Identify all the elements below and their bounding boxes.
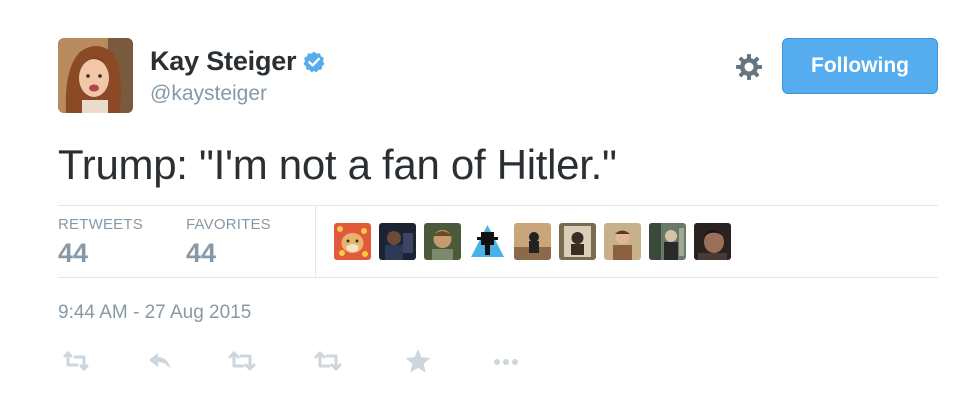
more-options-icon[interactable] xyxy=(490,345,522,377)
favorites-label: FAVORITES xyxy=(186,216,271,233)
user-name-row[interactable]: Kay Steiger xyxy=(150,46,326,77)
favoriter-avatar[interactable] xyxy=(604,223,641,260)
favorite-star-icon[interactable] xyxy=(402,345,434,377)
stats-divider-bottom xyxy=(58,277,938,278)
favoriter-avatar[interactable] xyxy=(469,223,506,260)
retweet-icon[interactable] xyxy=(226,345,258,377)
favoriter-avatar[interactable] xyxy=(559,223,596,260)
retweet-count-icon[interactable] xyxy=(60,345,92,377)
tweet-timestamp[interactable]: 9:44 AM - 27 Aug 2015 xyxy=(58,302,251,324)
stats-divider-top xyxy=(58,205,938,206)
verified-badge-icon xyxy=(303,51,325,72)
favorites-stat[interactable]: FAVORITES 44 xyxy=(186,216,271,269)
favoriter-avatar[interactable] xyxy=(649,223,686,260)
stats-vertical-divider xyxy=(315,206,316,277)
retweets-count: 44 xyxy=(58,238,89,268)
retweets-label: RETWEETS xyxy=(58,216,143,233)
display-name[interactable]: Kay Steiger xyxy=(150,46,297,77)
retweets-stat[interactable]: RETWEETS 44 xyxy=(58,216,143,269)
following-button[interactable]: Following xyxy=(782,38,938,94)
avatar-image xyxy=(58,38,133,113)
retweet-icon-secondary[interactable] xyxy=(312,345,344,377)
reply-icon[interactable] xyxy=(144,345,176,377)
favoriter-avatar[interactable] xyxy=(379,223,416,260)
tweet-actions xyxy=(58,345,538,377)
favorites-count: 44 xyxy=(186,238,217,268)
favoriter-avatar[interactable] xyxy=(694,223,731,260)
favoriter-avatar[interactable] xyxy=(334,223,371,260)
favoriter-avatars xyxy=(334,223,731,260)
tweet-text: Trump: "I'm not a fan of Hitler." xyxy=(58,141,617,188)
screen-name[interactable]: @kaysteiger xyxy=(150,82,267,106)
gear-icon[interactable] xyxy=(733,51,765,83)
user-avatar[interactable] xyxy=(58,38,133,113)
favoriter-avatar[interactable] xyxy=(514,223,551,260)
favoriter-avatar[interactable] xyxy=(424,223,461,260)
